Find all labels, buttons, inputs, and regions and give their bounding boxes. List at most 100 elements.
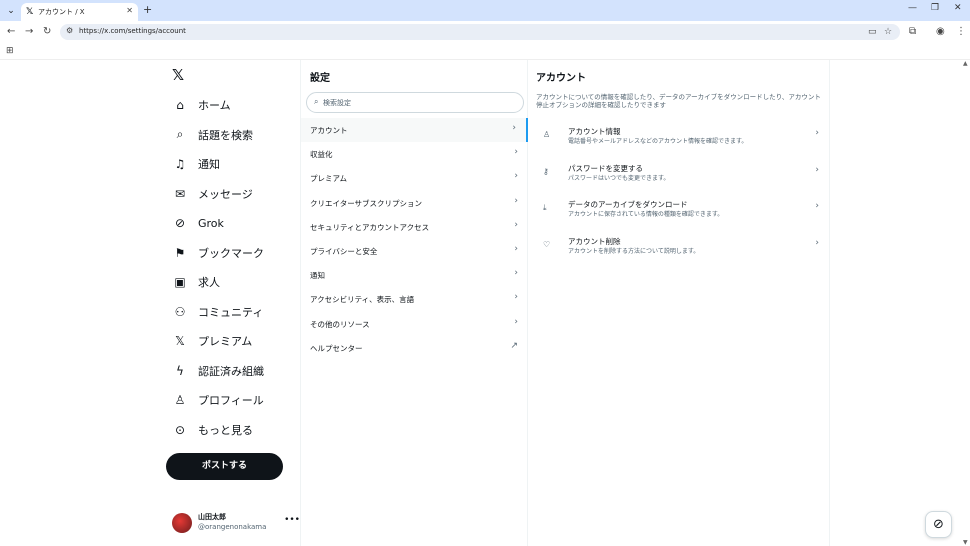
chevron-right-icon: › <box>815 128 819 138</box>
settings-item-label: プライバシーと安全 <box>310 247 378 256</box>
nav-item-label: 話題を検索 <box>198 128 253 142</box>
nav-item[interactable]: ⊙ もっと見る <box>172 419 253 441</box>
tab-title: アカウント / X <box>38 8 85 16</box>
chevron-right-icon: › <box>514 244 518 254</box>
settings-item-label: クリエイターサブスクリプション <box>310 198 423 208</box>
post-button[interactable]: ポストする <box>166 453 283 480</box>
nav-item[interactable]: ⊘ Grok <box>172 212 224 234</box>
settings-item[interactable]: その他のリソース › <box>301 312 528 336</box>
settings-item-label: 通知 <box>310 271 325 281</box>
settings-item-label: アクセシビリティ、表示、言語 <box>310 295 415 305</box>
settings-item[interactable]: アクセシビリティ、表示、言語 › <box>301 287 528 311</box>
settings-item[interactable]: クリエイターサブスクリプション › <box>301 191 528 215</box>
settings-panel: 設定 ⌕ 検索設定 アカウント › 収益化 › プレミアム › クリエイターサブスクリプショ… <box>300 60 528 546</box>
scroll-up-icon[interactable]: ▲ <box>963 60 968 67</box>
external-link-icon: ↗ <box>510 340 518 351</box>
key-icon: ⚷ <box>543 166 549 176</box>
chevron-right-icon: › <box>514 316 518 327</box>
window-close-icon[interactable]: ✕ <box>954 3 962 13</box>
tab-close-icon[interactable]: ✕ <box>126 6 133 15</box>
bell-icon: ♫ <box>174 157 186 171</box>
grok-icon: ⊘ <box>933 517 944 532</box>
x-icon: 𝕏 <box>175 334 185 348</box>
profile-icon[interactable]: ◉ <box>936 26 945 37</box>
search-placeholder: 検索設定 <box>323 99 351 107</box>
settings-item[interactable]: セキュリティとアカウントアクセス › <box>301 215 528 239</box>
settings-item[interactable]: アカウント › <box>301 118 528 142</box>
account-option[interactable]: ⚷ パスワードを変更する パスワードはいつでも変更できます。 › <box>528 159 829 195</box>
settings-search-input[interactable]: ⌕ 検索設定 <box>306 92 524 113</box>
chevron-right-icon: › <box>514 171 518 182</box>
settings-item-label: プレミアム <box>310 174 347 184</box>
nav-item[interactable]: ⚇ コミュニティ <box>172 301 264 323</box>
account-option[interactable]: ♙ アカウント情報 電話番号やメールアドレスなどのアカウント情報を確認できます。 › <box>528 122 829 158</box>
bookmarks-bar: ⊞ <box>0 43 970 60</box>
grok-icon: ⊘ <box>174 216 186 230</box>
apps-grid-icon[interactable]: ⊞ <box>6 46 14 56</box>
nav-item[interactable]: 𝕏 プレミアム <box>172 330 252 352</box>
avatar[interactable] <box>172 513 192 533</box>
chrome-menu-icon[interactable]: ⋮ <box>956 26 966 37</box>
account-option[interactable]: ♡ アカウント削除 アカウントを削除する方法について説明します。 › <box>528 232 829 268</box>
nav-item-label: もっと見る <box>198 423 253 437</box>
download-icon: ⤓ <box>543 203 547 212</box>
restore-icon[interactable]: ❐ <box>931 3 939 13</box>
user-handle: @orangenonakama <box>198 523 267 531</box>
primary-nav: 𝕏 ⌂ ホーム ⌕ 話題を検索 ♫ 通知 ✉ メッセージ ⊘ Grok ⚑ ブックマーク ▣ 求人 ⚇ コミュ… <box>160 60 300 546</box>
back-icon[interactable]: ← <box>7 26 15 37</box>
x-logo-icon[interactable]: 𝕏 <box>172 66 184 84</box>
nav-item-label: 通知 <box>198 158 220 171</box>
tab-search-icon[interactable]: ⌄ <box>4 4 18 18</box>
bookmark-star-icon[interactable]: ☆ <box>884 27 892 37</box>
settings-item-label: 収益化 <box>310 150 333 160</box>
page-scrollbar[interactable]: ▲ ▼ <box>962 60 970 546</box>
chevron-right-icon: › <box>514 268 518 279</box>
settings-item-label: セキュリティとアカウントアクセス <box>310 222 430 232</box>
extensions-icon[interactable]: ⧉ <box>909 26 916 37</box>
forward-icon[interactable]: → <box>25 26 33 37</box>
browser-toolbar: ← → ↻ ⚙ https://x.com/settings/account ▭… <box>0 21 970 43</box>
account-switcher[interactable]: 山田太郎 @orangenonakama ••• <box>172 511 300 535</box>
nav-item-label: プレミアム <box>198 335 253 348</box>
nav-item[interactable]: ⌕ 話題を検索 <box>172 124 253 146</box>
scroll-down-icon[interactable]: ▼ <box>963 539 968 546</box>
account-option[interactable]: ⤓ データのアーカイブをダウンロード アカウントに保存されている情報の種類を確認でき… <box>528 195 829 231</box>
nav-item[interactable]: ⌂ ホーム <box>172 94 230 116</box>
account-option-description: パスワードはいつでも変更できます。 <box>568 174 670 182</box>
nav-item-label: ブックマーク <box>198 246 264 260</box>
lightning-icon: ϟ <box>176 363 184 378</box>
grok-float-button[interactable]: ⊘ <box>925 511 952 538</box>
browser-tab[interactable]: 𝕏 アカウント / X ✕ <box>21 3 138 21</box>
address-bar[interactable]: ⚙ https://x.com/settings/account ▭ ☆ <box>60 24 900 40</box>
settings-item[interactable]: ヘルプセンター ↗ <box>301 336 528 360</box>
account-option-description: アカウントに保存されている情報の種類を確認できます。 <box>568 211 724 218</box>
briefcase-icon: ▣ <box>174 275 186 289</box>
site-info-icon[interactable]: ⚙ <box>66 26 73 35</box>
more-dots-icon[interactable]: ••• <box>284 515 300 525</box>
reload-icon[interactable]: ↻ <box>43 26 51 37</box>
nav-item[interactable]: ✉ メッセージ <box>172 183 253 205</box>
nav-item[interactable]: ▣ 求人 <box>172 271 220 293</box>
search-icon: ⌕ <box>314 97 319 106</box>
settings-title: 設定 <box>310 73 330 84</box>
settings-item[interactable]: プライバシーと安全 › <box>301 239 528 263</box>
settings-item[interactable]: プレミアム › <box>301 166 528 190</box>
nav-item-label: メッセージ <box>198 187 253 201</box>
settings-item[interactable]: 通知 › <box>301 263 528 287</box>
install-app-icon[interactable]: ▭ <box>868 27 877 37</box>
nav-item-label: 認証済み組織 <box>198 364 264 378</box>
settings-item[interactable]: 収益化 › <box>301 142 528 166</box>
minimize-icon[interactable]: — <box>908 3 917 13</box>
nav-item[interactable]: ♫ 通知 <box>172 153 220 175</box>
url-text[interactable]: https://x.com/settings/account <box>79 27 186 35</box>
nav-item[interactable]: ⚑ ブックマーク <box>172 242 264 264</box>
settings-item-label: ヘルプセンター <box>310 343 363 353</box>
nav-item-label: コミュニティ <box>198 305 264 319</box>
account-panel: アカウント アカウントについての情報を確認したり、データのアーカイブをダウンロー… <box>528 60 830 546</box>
search-icon: ⌕ <box>176 127 184 141</box>
nav-item[interactable]: ϟ 認証済み組織 <box>172 360 264 382</box>
nav-item[interactable]: ♙ プロフィール <box>172 389 264 411</box>
home-icon: ⌂ <box>176 98 184 112</box>
new-tab-button[interactable]: + <box>143 3 152 16</box>
chevron-right-icon: › <box>512 123 516 133</box>
